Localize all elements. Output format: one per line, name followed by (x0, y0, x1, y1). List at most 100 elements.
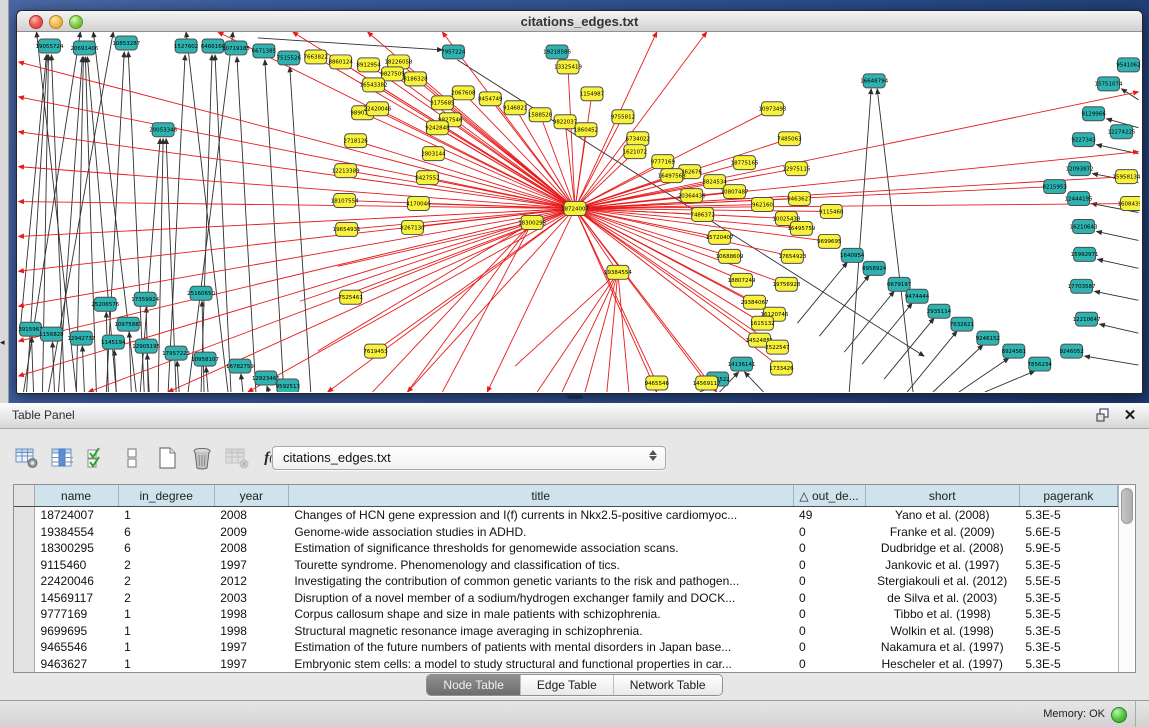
table-row[interactable]: 946362711997Embryonic stem cells: a mode… (14, 655, 1118, 672)
cell-pagerank[interactable]: 5.6E-5 (1019, 524, 1117, 540)
graph-node[interactable]: 19654931 (333, 222, 361, 236)
column-header-year[interactable]: year (214, 485, 288, 507)
graph-node[interactable]: 12942737 (67, 331, 95, 345)
cell-pagerank[interactable]: 5.3E-5 (1019, 639, 1117, 655)
cell-pagerank[interactable]: 5.3E-5 (1019, 507, 1117, 524)
new-column-icon[interactable] (154, 445, 180, 471)
cell-title[interactable]: Embryonic stem cells: a model to study s… (288, 655, 793, 672)
show-columns-icon[interactable] (49, 445, 75, 471)
cell-year[interactable]: 2003 (214, 589, 288, 605)
graph-node[interactable]: 13325419 (554, 60, 582, 74)
graph-node[interactable]: 6671385 (252, 44, 276, 58)
table-row[interactable]: 977716911998Corpus callosum shape and si… (14, 606, 1118, 622)
column-header-name[interactable]: name (34, 485, 118, 507)
cell-title[interactable]: Investigating the contribution of common… (288, 573, 793, 589)
graph-node[interactable]: 8924561 (1002, 344, 1026, 358)
cell-out_degree[interactable]: 0 (793, 589, 865, 605)
graph-node[interactable]: 18107554 (331, 194, 359, 208)
cell-title[interactable]: Genome-wide association studies in ADHD. (288, 524, 793, 540)
cell-name[interactable]: 9699695 (34, 622, 118, 638)
cell-title[interactable]: Structural magnetic resonance image aver… (288, 622, 793, 638)
graph-node[interactable]: 1588520 (528, 108, 553, 122)
table-row[interactable]: 1830029562008Estimation of significance … (14, 540, 1118, 556)
graph-node[interactable]: 19756928 (773, 277, 801, 291)
graph-node[interactable]: 4170046 (406, 197, 431, 211)
graph-node[interactable]: 12975115 (782, 162, 810, 176)
graph-node[interactable]: 10807487 (721, 185, 749, 199)
table-row[interactable]: 1938455462009Genome-wide association stu… (14, 524, 1118, 540)
cell-out_degree[interactable]: 0 (793, 655, 865, 672)
graph-node[interactable]: 9474444 (905, 289, 930, 303)
graph-node[interactable]: 17654923 (778, 249, 806, 263)
graph-node[interactable]: 22420046 (364, 102, 392, 116)
graph-node[interactable]: 18724007 (561, 202, 589, 216)
tab-network-table[interactable]: Network Table (613, 675, 722, 695)
cell-short[interactable]: de Silva et al. (2003) (865, 589, 1019, 605)
cell-in_degree[interactable]: 1 (118, 639, 214, 655)
graph-node[interactable]: 16084393 (1118, 197, 1140, 211)
cell-year[interactable]: 2012 (214, 573, 288, 589)
graph-node[interactable]: 9146821 (503, 101, 527, 115)
graph-node[interactable]: 20364436 (678, 189, 706, 203)
graph-node[interactable]: 2522547 (765, 340, 790, 354)
graph-node[interactable]: 7619453 (363, 344, 388, 358)
cell-short[interactable]: Hescheler et al. (1997) (865, 655, 1019, 672)
cell-title[interactable]: Estimation of the future numbers of pati… (288, 639, 793, 655)
graph-node[interactable]: 8427552 (415, 171, 439, 185)
graph-node[interactable]: 19218586 (543, 45, 571, 59)
delete-column-icon[interactable] (189, 445, 215, 471)
graph-node[interactable]: 9129966 (1081, 107, 1106, 121)
graph-node[interactable]: 962160 (752, 198, 774, 212)
cell-year[interactable]: 1997 (214, 655, 288, 672)
cell-name[interactable]: 18724007 (34, 507, 118, 524)
graph-node[interactable]: 7485063 (777, 132, 802, 146)
cell-short[interactable]: Wolkin et al. (1998) (865, 622, 1019, 638)
table-row[interactable]: 911546021997Tourette syndrome. Phenomeno… (14, 556, 1118, 572)
cell-year[interactable]: 2008 (214, 507, 288, 524)
cell-name[interactable]: 19384554 (34, 524, 118, 540)
graph-node[interactable]: 17957223 (162, 346, 190, 360)
select-all-icon[interactable] (84, 445, 110, 471)
cell-title[interactable]: Tourette syndrome. Phenomenology and cla… (288, 556, 793, 572)
cell-out_degree[interactable]: 0 (793, 606, 865, 622)
graph-node[interactable]: 8958924 (862, 261, 887, 275)
table-row[interactable]: 1872400712008Changes of HCN gene express… (14, 507, 1118, 524)
cell-name[interactable]: 9777169 (34, 606, 118, 622)
network-canvas[interactable]: 1905572420691406108532871527602646616010… (17, 32, 1140, 392)
cell-pagerank[interactable]: 5.3E-5 (1019, 606, 1117, 622)
table-row[interactable]: 1456911722003Disruption of a novel membe… (14, 589, 1118, 605)
cell-in_degree[interactable]: 1 (118, 507, 214, 524)
graph-node[interactable]: 2803144 (421, 147, 446, 161)
graph-node[interactable]: 12444195 (1065, 192, 1093, 206)
graph-node[interactable]: 1615132 (750, 316, 774, 330)
cell-in_degree[interactable]: 1 (118, 655, 214, 672)
cell-in_degree[interactable]: 2 (118, 556, 214, 572)
cell-name[interactable]: 14569117 (34, 589, 118, 605)
graph-node[interactable]: 8215953 (1042, 180, 1067, 194)
graph-node[interactable]: 14136141 (728, 357, 756, 371)
graph-node[interactable]: 1733426 (769, 361, 794, 375)
cell-short[interactable]: Nakamura et al. (1997) (865, 639, 1019, 655)
graph-node[interactable]: 25206576 (91, 297, 119, 311)
column-header-in_degree[interactable]: in_degree (118, 485, 214, 507)
cell-name[interactable]: 18300295 (34, 540, 118, 556)
graph-node[interactable]: 8860124 (328, 55, 353, 69)
graph-node[interactable]: 25160650 (187, 286, 215, 300)
graph-node[interactable]: 19384554 (604, 265, 632, 279)
graph-node[interactable]: 7856234 (1028, 357, 1053, 371)
graph-node[interactable]: 1640954 (840, 248, 865, 262)
cell-year[interactable]: 2008 (214, 540, 288, 556)
column-header-short[interactable]: short (865, 485, 1019, 507)
graph-node[interactable]: 9755812 (611, 110, 635, 124)
cell-pagerank[interactable]: 5.3E-5 (1019, 655, 1117, 672)
graph-node[interactable]: 9115460 (819, 205, 844, 219)
graph-node[interactable]: 1145194 (101, 335, 126, 349)
cell-year[interactable]: 2009 (214, 524, 288, 540)
tab-node-table[interactable]: Node Table (427, 675, 520, 695)
graph-node[interactable]: 1154987 (580, 87, 605, 101)
graph-node[interactable]: 10853287 (112, 36, 140, 50)
cell-name[interactable]: 9463627 (34, 655, 118, 672)
memory-ok-indicator-icon[interactable] (1111, 707, 1127, 723)
graph-node[interactable]: 10688609 (716, 249, 744, 263)
cell-short[interactable]: Franke et al. (2009) (865, 524, 1019, 540)
